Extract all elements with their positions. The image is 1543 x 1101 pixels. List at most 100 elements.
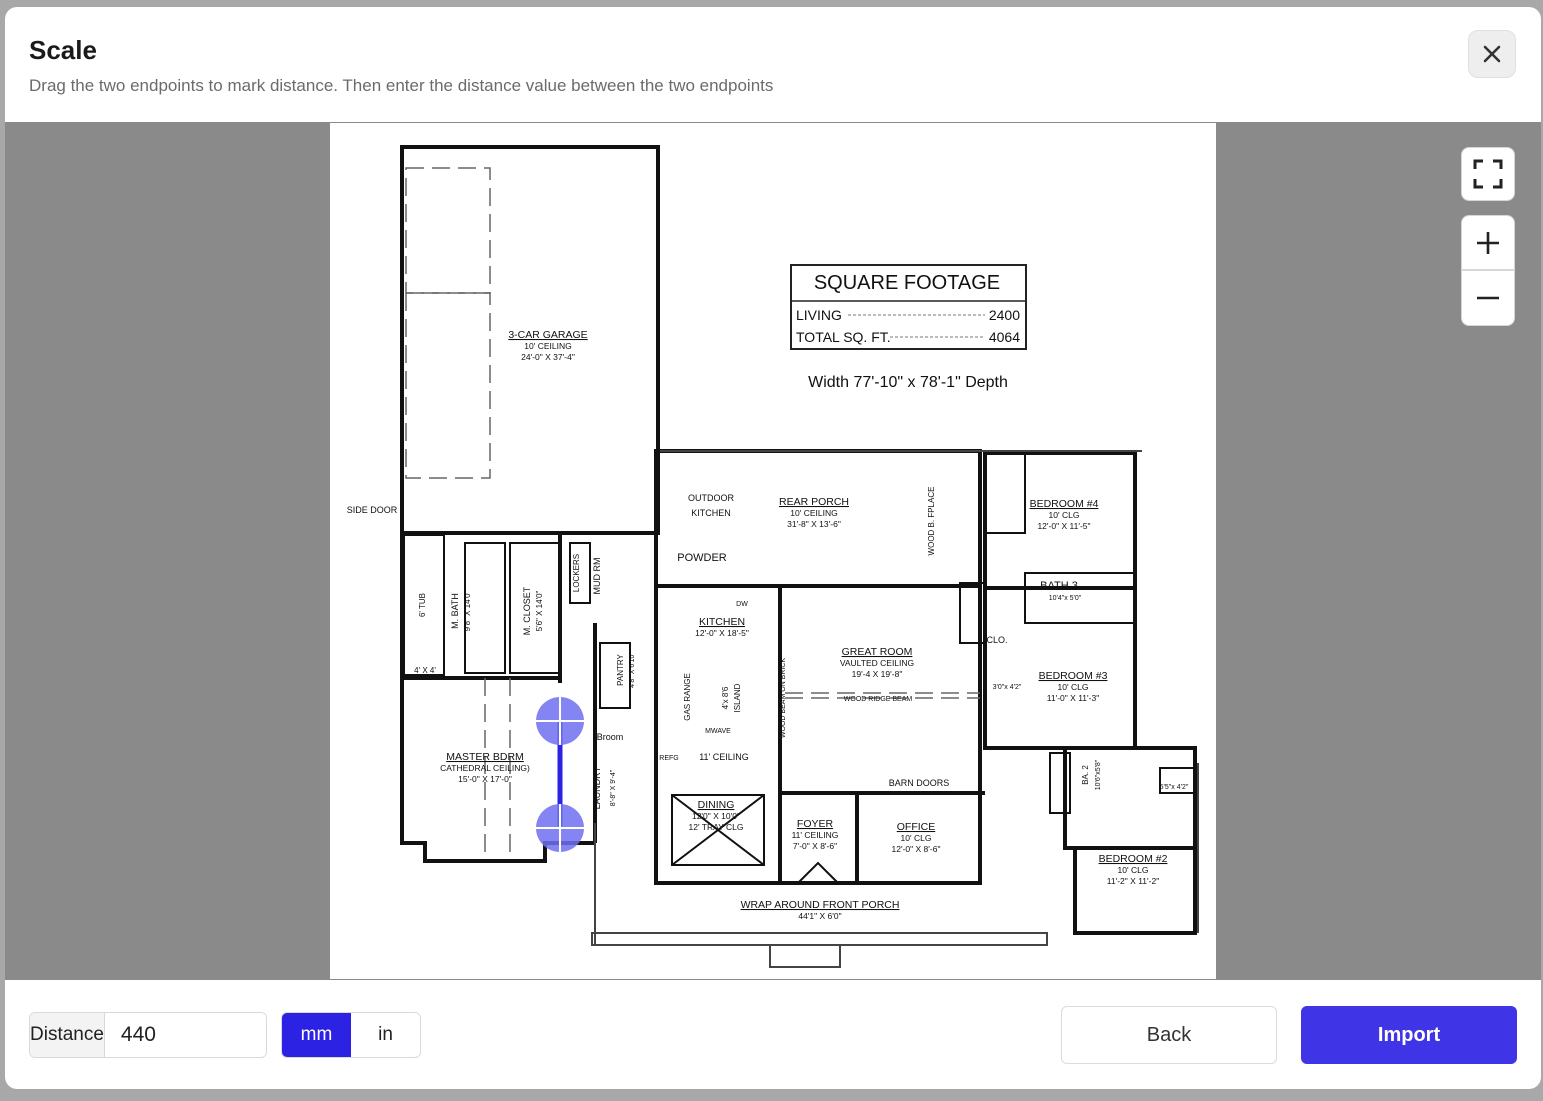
vlabel-island2: ISLAND: [733, 683, 742, 712]
label-outdoor-2: KITCHEN: [691, 508, 731, 518]
scale-measure[interactable]: [536, 697, 584, 852]
room-label-detail1: 10' CLG: [901, 833, 932, 843]
plan-viewer[interactable]: SQUARE FOOTAGE LIVING 2400 TOTAL SQ. FT.…: [5, 122, 1541, 980]
label-powder: POWDER: [677, 552, 727, 564]
sq-ft-label-living: LIVING: [796, 307, 842, 323]
distance-field-group: Distance: [29, 1012, 267, 1058]
room-label-detail2: 11'-0" X 11'-3": [1047, 693, 1099, 703]
sq-ft-heading: SQUARE FOOTAGE: [814, 272, 1000, 294]
vlabel-tub: 6' TUB: [418, 593, 427, 617]
label-dw: DW: [736, 601, 748, 608]
room-label-name: BEDROOM #3: [1039, 670, 1108, 682]
room-label-name: GREAT ROOM: [842, 646, 913, 658]
scale-endpoint-start[interactable]: [536, 697, 584, 745]
close-icon: [1483, 45, 1501, 63]
dialog-footer: Distance mm in Back Import: [5, 980, 1541, 1089]
label-shower: 4' X 4': [414, 666, 436, 675]
label-refg: REFG: [659, 755, 678, 762]
room-label-detail2: 11'-2" X 11'-2": [1107, 876, 1159, 886]
room-label-name: WRAP AROUND FRONT PORCH: [741, 899, 900, 911]
vlabel-m-bath-size: 9'8" X 14'0": [463, 590, 472, 631]
vlabel-m-closet-size: 5'6" X 14'0": [535, 590, 544, 631]
label-outdoor-1: OUTDOOR: [688, 493, 734, 503]
import-button[interactable]: Import: [1301, 1006, 1517, 1064]
room-label-name: BEDROOM #2: [1099, 853, 1168, 865]
sq-ft-value-living: 2400: [989, 307, 1020, 323]
room-label-detail1: 12'-0" X 18'-5": [695, 628, 749, 638]
dialog-title: Scale: [29, 35, 97, 65]
floor-plan-drawing: SQUARE FOOTAGE LIVING 2400 TOTAL SQ. FT.…: [347, 145, 1199, 968]
room-label-detail1: CATHEDRAL CEILING): [440, 763, 530, 773]
room-label-detail1: 10' CLG: [1049, 510, 1080, 520]
room-label-name: OFFICE: [897, 821, 936, 833]
room-label-name: 3-CAR GARAGE: [508, 329, 587, 341]
room-label-detail1: 11' CEILING: [792, 830, 839, 840]
room-label-name: BEDROOM #4: [1030, 498, 1099, 510]
label-clo: CLO.: [986, 635, 1007, 645]
sq-ft-value-total: 4064: [989, 329, 1020, 345]
room-label-detail2: 12' TRAY CLG: [688, 822, 743, 832]
dialog-header: Scale Drag the two endpoints to mark dis…: [5, 7, 1541, 122]
room-label-detail1: 10' CEILING: [524, 341, 571, 351]
room-label-name: DINING: [698, 799, 735, 811]
vlabel-mud-rm: MUD RM: [592, 558, 602, 595]
zoom-in-button[interactable]: [1461, 215, 1515, 270]
vlabel-pantry: PANTRY: [616, 653, 625, 685]
label-bath3: BATH 3: [1040, 580, 1078, 592]
room-label-detail1: VAULTED CEILING: [840, 658, 914, 668]
fit-screen-button[interactable]: [1461, 147, 1515, 201]
floor-plan-image: SQUARE FOOTAGE LIVING 2400 TOTAL SQ. FT.…: [330, 123, 1216, 979]
vlabel-gas-range: GAS RANGE: [683, 673, 692, 721]
scale-dialog: Scale Drag the two endpoints to mark dis…: [5, 7, 1541, 1089]
vlabel-island: 4'x 8'6: [721, 686, 730, 709]
unit-toggle: mm in: [281, 1012, 421, 1058]
room-label-detail2: 12'-0" X 8'-6": [892, 844, 941, 854]
vlabel-pantry-size: 4'8" X 6'10": [629, 652, 636, 688]
distance-label: Distance: [30, 1013, 105, 1057]
vlabel-fplace: WOOD B. FPLACE: [927, 487, 936, 556]
room-label-detail2: 7'-0" X 8'-6": [793, 841, 837, 851]
zoom-out-icon: [1477, 296, 1499, 300]
close-button[interactable]: [1468, 30, 1516, 78]
room-label-detail2: 19'-4 X 19'-8": [852, 669, 903, 679]
vlabel-laundry: LAUNDRY: [592, 767, 602, 810]
room-label-detail1: 12'0" X 10'0": [692, 811, 740, 821]
label-bath3-size: 10'4"x 5'0": [1049, 595, 1082, 602]
room-label-name: KITCHEN: [699, 616, 745, 628]
room-label-detail1: 10' CEILING: [790, 508, 837, 518]
vlabel-ba2-size: 10'6"x5'8": [1095, 759, 1102, 790]
room-label-detail1: 10' CLG: [1058, 682, 1089, 692]
room-label-detail2: 31'-8" X 13'-6": [787, 519, 841, 529]
room-label-name: MASTER BDRM: [446, 751, 524, 763]
fit-screen-icon: [1473, 159, 1503, 189]
zoom-in-icon: [1477, 231, 1499, 254]
room-label-detail2: 12'-0" X 11'-5": [1037, 521, 1090, 531]
label-broom: Broom: [597, 732, 624, 742]
label-mwave: MWAVE: [705, 728, 731, 735]
label-wood-ridge: WOOD RIDGE BEAM: [844, 696, 913, 703]
plan-dimensions: Width 77'-10" x 78'-1" Depth: [808, 374, 1008, 391]
unit-in-button[interactable]: in: [351, 1013, 420, 1057]
scale-endpoint-end[interactable]: [536, 804, 584, 852]
vlabel-m-bath: M. BATH: [450, 593, 460, 629]
label-porch-size: 5'5"x 4'2": [1160, 784, 1189, 791]
label-barn-doors: BARN DOORS: [889, 778, 950, 788]
sq-ft-label-total: TOTAL SQ. FT.: [796, 329, 891, 345]
vlabel-lockers: LOCKERS: [572, 554, 581, 592]
vlabel-laundry-size: 8'-8" X 9'-4": [610, 769, 617, 806]
vlabel-m-closet: M. CLOSET: [522, 586, 532, 635]
square-footage-box: SQUARE FOOTAGE LIVING 2400 TOTAL SQ. FT.…: [790, 264, 1027, 350]
label-closet-size: 3'0"x 4'2": [993, 684, 1022, 691]
room-label-detail1: 44'1" X 6'0": [798, 911, 841, 921]
vlabel-wood-beam: WOOD BEAM ON BRICK: [780, 658, 787, 738]
unit-mm-button[interactable]: mm: [282, 1013, 351, 1057]
room-label-name: FOYER: [797, 818, 834, 830]
zoom-out-button[interactable]: [1461, 270, 1515, 326]
label-side-door: SIDE DOOR: [347, 505, 398, 515]
vlabel-ba2: BA. 2: [1081, 765, 1090, 785]
room-label-detail1: 10' CLG: [1118, 865, 1149, 875]
distance-input[interactable]: [104, 1013, 266, 1057]
dialog-subtitle: Drag the two endpoints to mark distance.…: [29, 76, 774, 95]
back-button[interactable]: Back: [1061, 1006, 1277, 1064]
label-11-ceiling: 11' CEILING: [699, 752, 749, 762]
